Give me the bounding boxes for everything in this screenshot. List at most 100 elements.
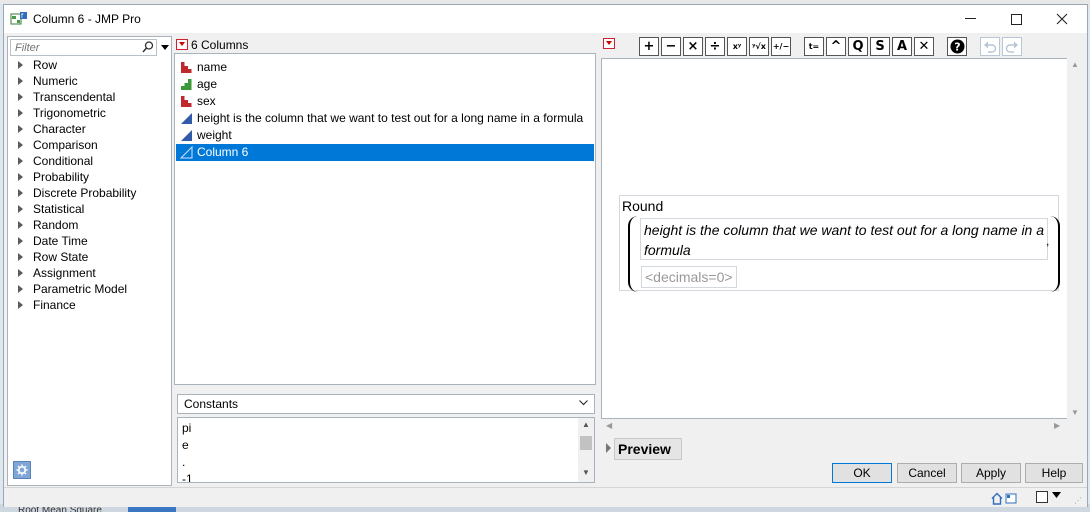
function-category-item[interactable]: Finance [8, 297, 171, 313]
apply-button[interactable]: Apply [961, 463, 1021, 483]
expand-triangle-icon[interactable] [18, 253, 23, 261]
expand-triangle-icon[interactable] [18, 269, 23, 277]
constant-item[interactable]: . [182, 454, 185, 470]
undo-button[interactable] [980, 37, 1000, 56]
expand-triangle-icon[interactable] [18, 109, 23, 117]
column-item[interactable]: sex [176, 93, 594, 110]
redo-button[interactable] [1002, 37, 1022, 56]
formula-vertical-scrollbar[interactable]: ▲ ▼ [1067, 58, 1083, 419]
chevron-down-icon [579, 395, 588, 413]
close-button[interactable] [1039, 5, 1085, 33]
function-category-label: Statistical [33, 202, 85, 216]
column-item[interactable]: name [176, 59, 594, 76]
function-category-item[interactable]: Trigonometric [8, 105, 171, 121]
help-button[interactable]: ? [947, 37, 967, 56]
function-category-item[interactable]: Transcendental [8, 89, 171, 105]
expand-triangle-icon[interactable] [18, 221, 23, 229]
constant-item[interactable]: -1 [182, 471, 193, 482]
expand-triangle-icon[interactable] [18, 301, 23, 309]
function-category-label: Comparison [33, 138, 98, 152]
formula-argument-decimals[interactable]: <decimals=0> [641, 266, 737, 288]
subtract-button[interactable]: − [661, 37, 681, 56]
function-name[interactable]: Round [622, 198, 663, 214]
function-category-item[interactable]: Comparison [8, 137, 171, 153]
divide-button[interactable]: ÷ [705, 37, 725, 56]
expand-triangle-icon[interactable] [18, 285, 23, 293]
expand-triangle-icon[interactable] [18, 173, 23, 181]
scroll-up-icon[interactable]: ▲ [1071, 60, 1079, 69]
help-dialog-button[interactable]: Help [1025, 463, 1083, 483]
swap-button[interactable]: S [870, 37, 890, 56]
constants-dropdown[interactable]: Constants [177, 394, 595, 414]
constants-scrollbar[interactable]: ▲ ▼ [578, 418, 594, 482]
function-category-item[interactable]: Row State [8, 249, 171, 265]
function-category-item[interactable]: Conditional [8, 153, 171, 169]
formula-expression[interactable]: Round height is the column that we want … [619, 195, 1060, 292]
formula-argument-column[interactable]: height is the column that we want to tes… [640, 218, 1048, 260]
resize-grip-icon[interactable]: ⋰ [1074, 496, 1082, 505]
peel-expression-button[interactable]: ^ [826, 37, 846, 56]
function-category-item[interactable]: Row [8, 57, 171, 73]
scroll-down-icon[interactable]: ▼ [1071, 408, 1079, 417]
cancel-button[interactable]: Cancel [897, 463, 957, 483]
scroll-down-icon[interactable]: ▼ [582, 468, 590, 477]
constants-scroll-thumb[interactable] [580, 436, 592, 450]
caret-down-icon [1052, 492, 1061, 498]
expand-triangle-icon[interactable] [18, 205, 23, 213]
column-label: name [197, 60, 228, 74]
function-category-item[interactable]: Discrete Probability [8, 185, 171, 201]
local-variable-button[interactable]: Q [848, 37, 868, 56]
function-category-item[interactable]: Probability [8, 169, 171, 185]
function-category-item[interactable]: Date Time [8, 233, 171, 249]
scroll-up-icon[interactable]: ▲ [582, 420, 590, 429]
filter-input[interactable] [10, 39, 157, 56]
help-icon: ? [950, 39, 964, 54]
left-paren [628, 216, 638, 292]
expand-triangle-icon[interactable] [18, 237, 23, 245]
settings-button[interactable] [13, 461, 31, 479]
window-list-dropdown[interactable] [1052, 490, 1061, 501]
expand-triangle-icon[interactable] [18, 93, 23, 101]
minimize-button[interactable] [947, 5, 993, 33]
maximize-button[interactable] [993, 5, 1039, 33]
columns-menu-red-triangle[interactable] [176, 39, 188, 50]
negate-button[interactable]: +/− [771, 37, 791, 56]
add-button[interactable]: + [639, 37, 659, 56]
power-button[interactable]: xʸ [727, 37, 747, 56]
column-item[interactable]: Column 6 [176, 144, 594, 161]
expand-triangle-icon[interactable] [18, 77, 23, 85]
ok-button[interactable]: OK [832, 463, 892, 483]
home-window-icon[interactable] [991, 492, 1019, 505]
function-category-item[interactable]: Random [8, 217, 171, 233]
multiply-button[interactable]: × [683, 37, 703, 56]
assign-button[interactable]: t= [804, 37, 824, 56]
window-list-checkbox[interactable] [1036, 491, 1048, 503]
constant-item[interactable]: pi [182, 420, 191, 436]
formula-menu-red-triangle[interactable] [603, 38, 615, 49]
expand-triangle-icon[interactable] [18, 157, 23, 165]
function-category-item[interactable]: Statistical [8, 201, 171, 217]
apply-function-button[interactable]: A [892, 37, 912, 56]
expand-triangle-icon[interactable] [18, 61, 23, 69]
function-category-item[interactable]: Character [8, 121, 171, 137]
root-button[interactable]: ʸ√x [749, 37, 769, 56]
column-item[interactable]: age [176, 76, 594, 93]
column-item[interactable]: height is the column that we want to tes… [176, 110, 594, 127]
function-category-item[interactable]: Assignment [8, 265, 171, 281]
expand-triangle-icon[interactable] [18, 125, 23, 133]
function-category-item[interactable]: Numeric [8, 73, 171, 89]
search-icon[interactable] [141, 40, 155, 54]
formula-horizontal-scrollbar[interactable]: ◀ ▶ [602, 419, 1067, 433]
function-category-item[interactable]: Parametric Model [8, 281, 171, 297]
preview-toggle[interactable]: Preview [614, 438, 682, 460]
preview-disclosure-icon[interactable] [606, 443, 611, 453]
column-item[interactable]: weight [176, 127, 594, 144]
constant-item[interactable]: e [182, 437, 189, 453]
delete-button[interactable]: ✕ [914, 37, 934, 56]
scroll-left-icon[interactable]: ◀ [606, 421, 612, 430]
scroll-right-icon[interactable]: ▶ [1054, 421, 1060, 430]
filter-options-dropdown[interactable] [160, 39, 170, 56]
expand-triangle-icon[interactable] [18, 141, 23, 149]
constants-dropdown-value: Constants [184, 397, 239, 411]
expand-triangle-icon[interactable] [18, 189, 23, 197]
